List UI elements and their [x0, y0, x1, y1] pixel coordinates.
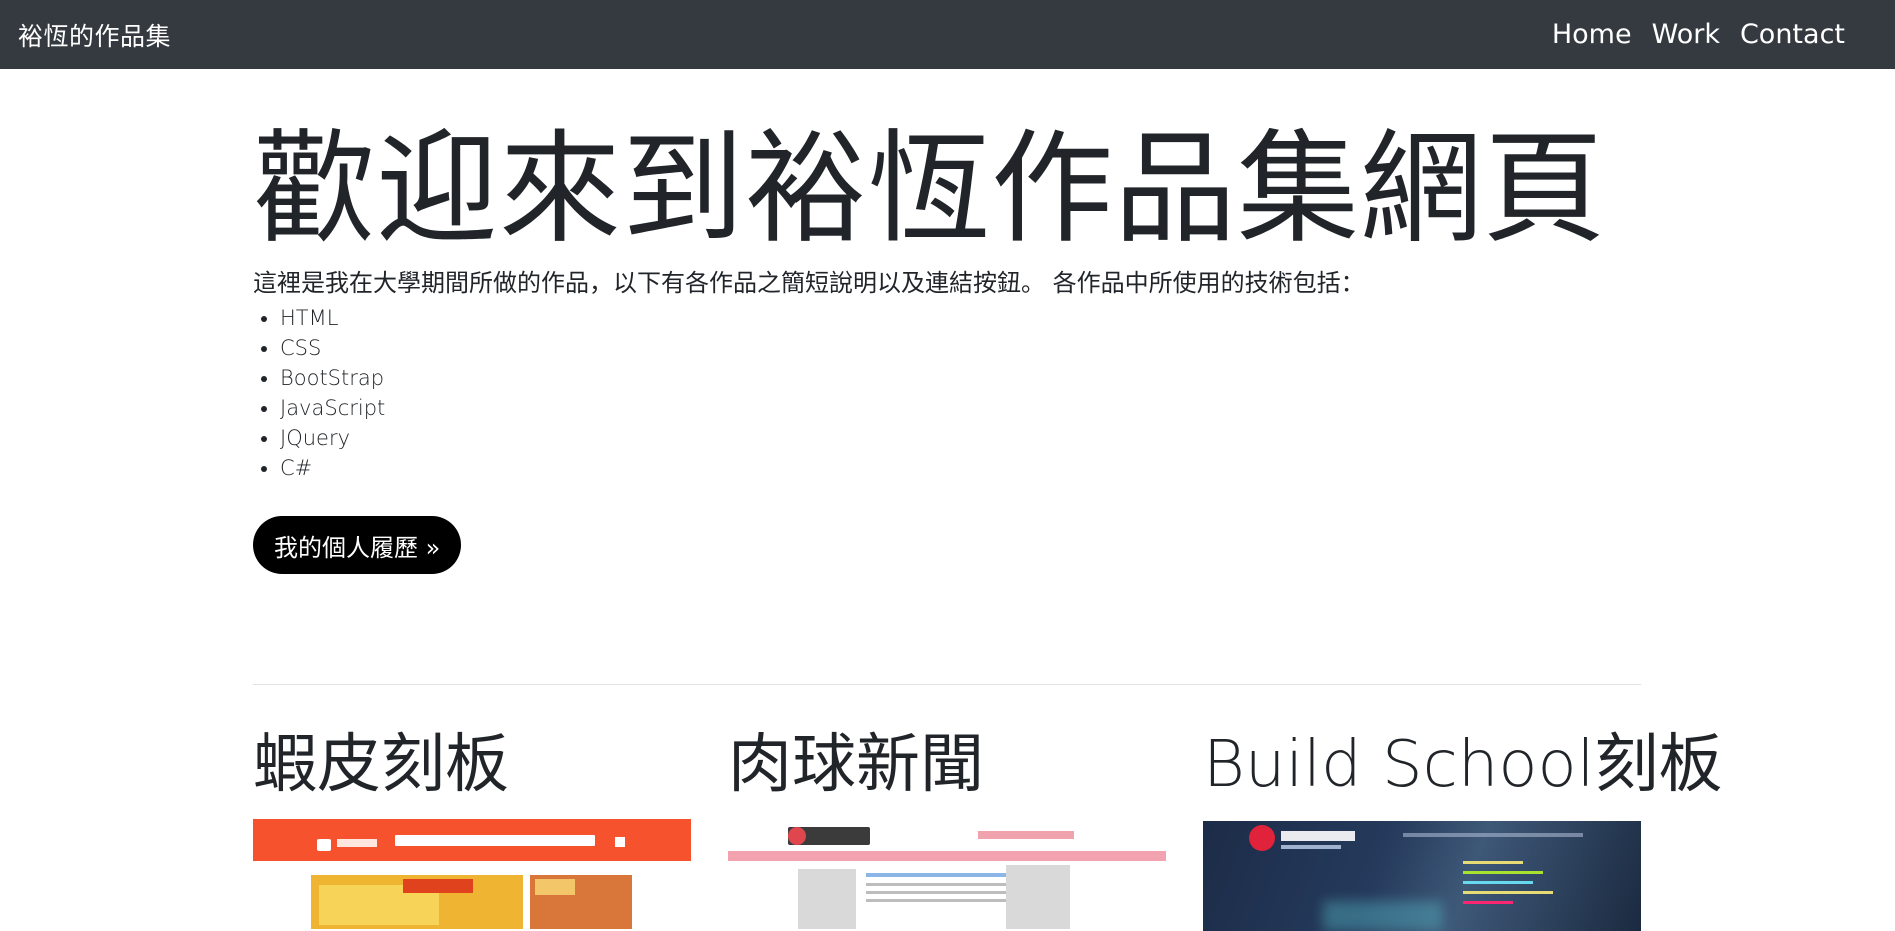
image-placeholder	[798, 869, 856, 929]
code-line	[1463, 871, 1543, 874]
nav-link-home[interactable]: Home	[1542, 19, 1642, 50]
list-item: HTML	[280, 303, 385, 333]
cart-icon	[615, 837, 625, 847]
technology-list: HTML CSS BootStrap JavaScript JQuery C#	[253, 303, 385, 483]
nav-links: Home Work Contact	[1542, 19, 1855, 50]
list-item: BootStrap	[280, 363, 385, 393]
shopee-search-box	[395, 835, 595, 846]
code-line	[1463, 881, 1533, 884]
build-school-thumbnail[interactable]	[1203, 821, 1641, 931]
code-line	[1463, 901, 1513, 904]
list-item: CSS	[280, 333, 385, 363]
build-school-menu	[1403, 833, 1583, 837]
work-title: 蝦皮刻板	[253, 728, 509, 802]
code-line	[1463, 891, 1553, 894]
nav-link-work[interactable]: Work	[1642, 19, 1730, 50]
work-card-shopee: 蝦皮刻板	[253, 728, 691, 929]
list-item: C#	[280, 453, 385, 483]
page-title: 歡迎來到裕恆作品集網頁	[253, 118, 1606, 260]
navbar: 裕恆的作品集 Home Work Contact	[0, 0, 1895, 69]
list-item: JavaScript	[280, 393, 385, 423]
work-card-build-school: Build School刻板	[1203, 728, 1723, 931]
news-text-line	[866, 891, 1016, 894]
news-tagline	[978, 831, 1074, 839]
work-title: 肉球新聞	[728, 728, 984, 802]
image-placeholder	[1006, 865, 1070, 929]
list-item: JQuery	[280, 423, 385, 453]
build-school-logo-text	[1281, 831, 1355, 841]
shopee-banner-side-tag	[535, 879, 575, 895]
news-nav-bar	[728, 851, 1166, 861]
build-school-logo-icon	[1249, 825, 1275, 851]
work-card-news: 肉球新聞	[728, 728, 1166, 929]
section-divider	[253, 684, 1641, 685]
shopee-bag-icon	[317, 839, 331, 851]
shopee-banner-tag	[403, 879, 473, 893]
screen-glow	[1323, 901, 1443, 931]
paw-icon	[788, 827, 806, 845]
brand-title[interactable]: 裕恆的作品集	[18, 17, 171, 53]
news-text-line	[866, 883, 1016, 886]
news-text-line	[866, 899, 1016, 902]
work-title: Build School刻板	[1203, 728, 1723, 802]
intro-text: 這裡是我在大學期間所做的作品，以下有各作品之簡短說明以及連結按鈕。 各作品中所使…	[253, 269, 1365, 297]
shopee-logo-text	[337, 839, 377, 847]
resume-button[interactable]: 我的個人履歷 »	[253, 516, 462, 574]
news-headline	[866, 873, 1016, 877]
nav-link-contact[interactable]: Contact	[1730, 19, 1855, 50]
code-line	[1463, 861, 1523, 864]
build-school-subtitle	[1281, 845, 1341, 849]
